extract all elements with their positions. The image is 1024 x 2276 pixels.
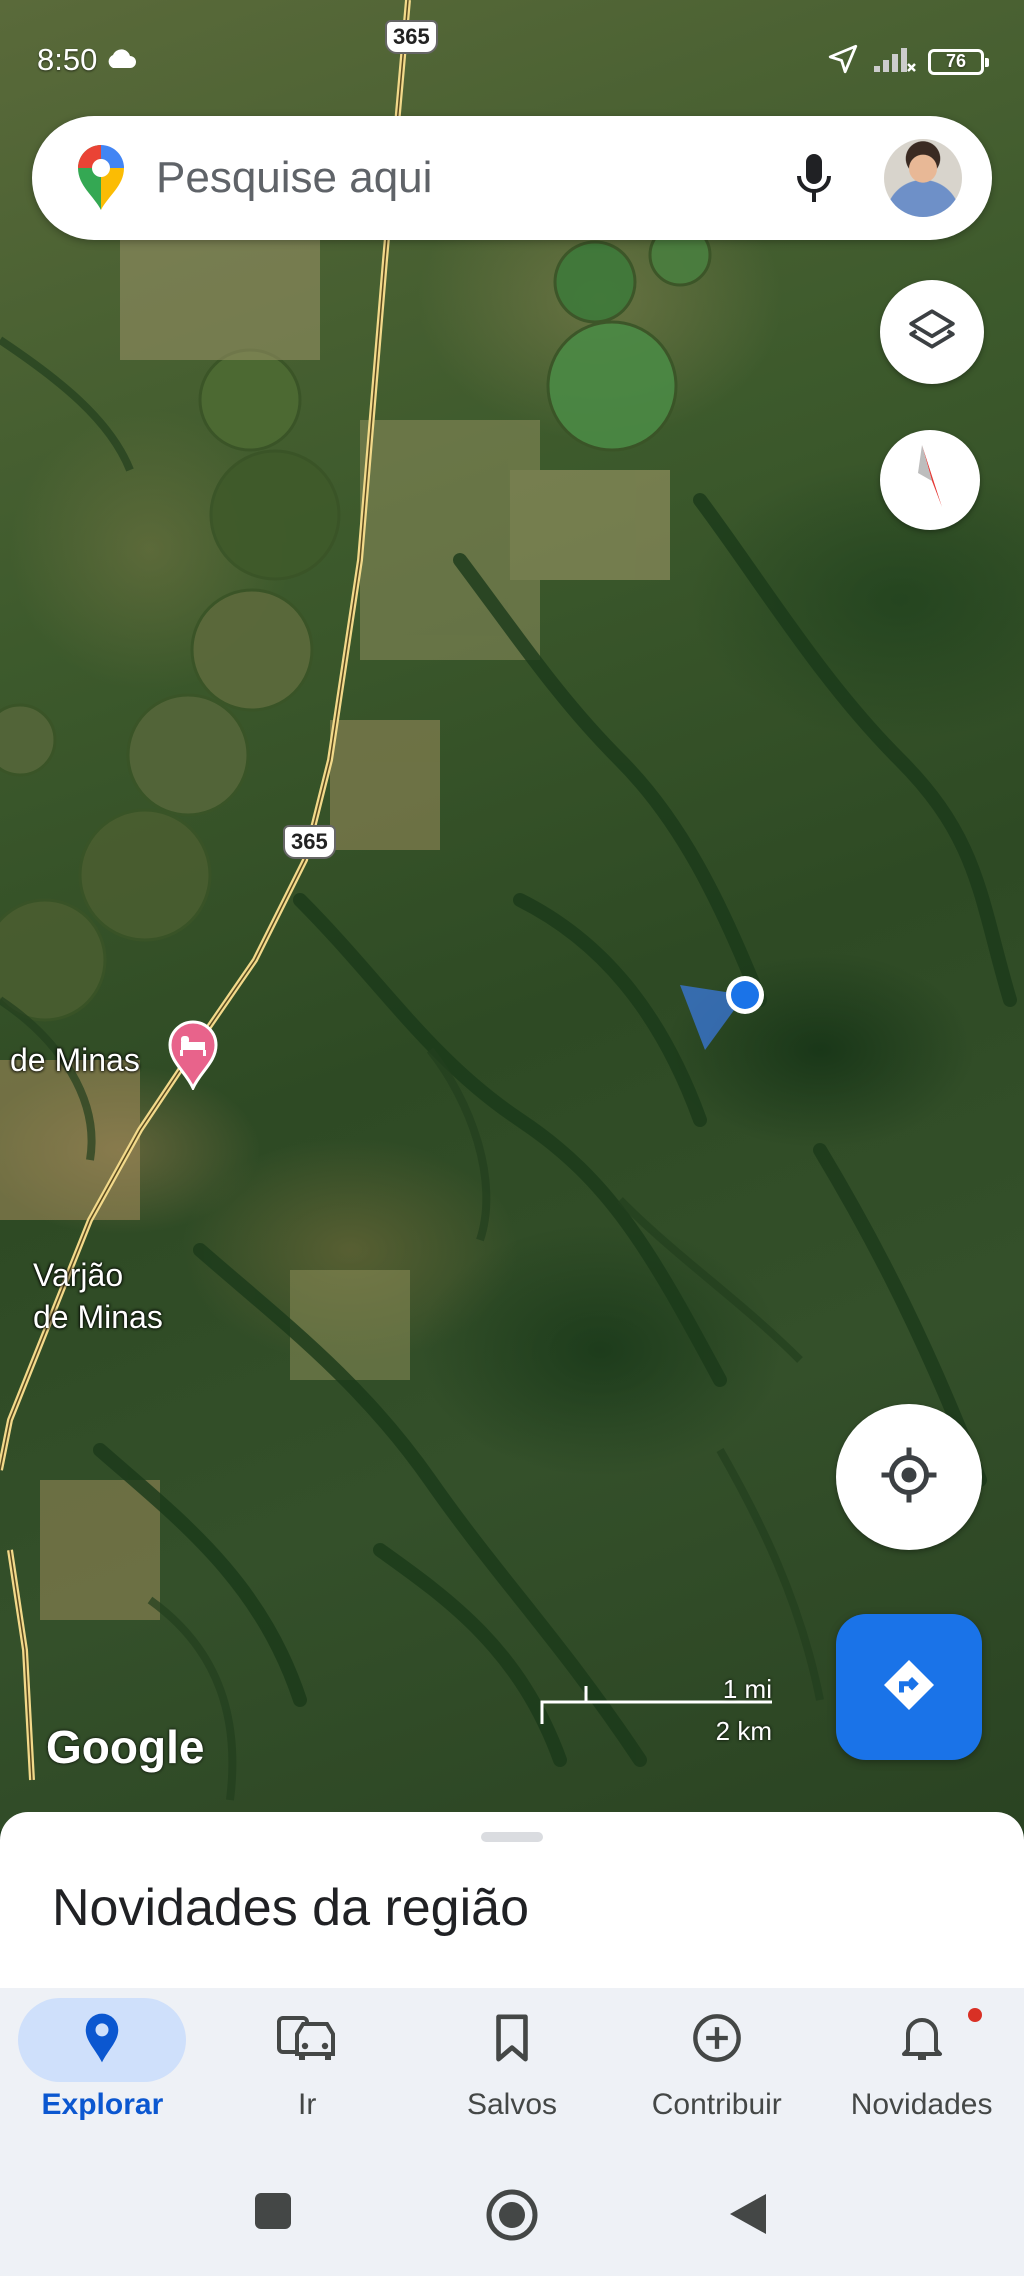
bell-icon — [898, 2012, 946, 2069]
bottom-navigation: Explorar Ir Salvos Contribuir Novidades — [0, 1988, 1024, 2154]
search-bar[interactable]: Pesquise aqui — [32, 116, 992, 240]
nav-go[interactable]: Ir — [205, 1988, 410, 2154]
avatar[interactable] — [884, 139, 962, 217]
cloud-icon — [105, 42, 137, 78]
road-shield-365-mid: 365 — [283, 825, 336, 859]
scale-bar: 1 mi 2 km — [540, 1672, 772, 1746]
status-bar-right: 76 — [826, 42, 989, 81]
signal-icon — [872, 44, 916, 79]
notification-dot — [967, 2008, 982, 2022]
place-label-line2: de Minas — [33, 1298, 163, 1335]
battery-icon: 76 — [928, 48, 989, 75]
satellite-imagery — [0, 0, 1017, 1801]
nav-saved[interactable]: Salvos — [410, 1988, 615, 2154]
explore-pin-icon — [82, 2012, 122, 2069]
hotel-pin-icon[interactable] — [168, 1020, 218, 1090]
explore-pill — [18, 1998, 187, 2082]
place-label-line1: Varjão — [33, 1257, 124, 1293]
place-label-de-minas[interactable]: de Minas — [10, 1040, 140, 1082]
sheet-title: Novidades da região — [52, 1879, 529, 1937]
nav-contribute-label: Contribuir — [651, 2088, 782, 2121]
directions-button[interactable] — [836, 1614, 982, 1760]
google-attribution: Google — [46, 1721, 205, 1773]
bookmark-icon — [492, 2013, 532, 2068]
my-location-button[interactable] — [836, 1404, 982, 1550]
nav-updates-label: Novidades — [850, 2088, 993, 2121]
home-button[interactable] — [485, 2188, 539, 2247]
status-bar-left: 8:50 — [37, 42, 137, 78]
directions-icon — [879, 1655, 939, 1720]
maps-pin-logo — [76, 144, 126, 212]
location-arrow-icon — [826, 42, 860, 81]
compass-icon — [910, 443, 950, 518]
scale-metric: 2 km — [715, 1716, 772, 1746]
nav-saved-label: Salvos — [466, 2088, 558, 2121]
recents-button[interactable] — [254, 2192, 292, 2235]
place-label-varjao[interactable]: Varjão de Minas — [33, 1255, 163, 1338]
compass-button[interactable] — [880, 430, 980, 530]
road-shield-365-top: 365 — [385, 20, 438, 54]
layers-button[interactable] — [880, 280, 984, 384]
nav-contribute[interactable]: Contribuir — [614, 1988, 819, 2154]
layers-icon — [907, 305, 957, 360]
nav-explore-label: Explorar — [41, 2088, 164, 2121]
mic-icon[interactable] — [784, 148, 844, 208]
car-icon — [277, 2013, 337, 2068]
nav-go-label: Ir — [298, 2088, 317, 2121]
my-location-icon — [879, 1445, 939, 1510]
status-time: 8:50 — [37, 42, 98, 77]
nav-explore[interactable]: Explorar — [0, 1988, 205, 2154]
sheet-drag-handle[interactable] — [481, 1832, 543, 1842]
add-circle-icon — [691, 2012, 743, 2069]
scale-imperial: 1 mi — [722, 1674, 772, 1704]
system-navigation-bar — [0, 2154, 1024, 2276]
bottom-sheet[interactable]: Novidades da região — [0, 1812, 1024, 1988]
search-input[interactable]: Pesquise aqui — [156, 153, 784, 203]
map-view[interactable]: 365 365 de Minas Varjão de Minas 1 mi 2 … — [0, 0, 1024, 1830]
nav-updates[interactable]: Novidades — [819, 1988, 1024, 2154]
back-button[interactable] — [728, 2192, 768, 2241]
